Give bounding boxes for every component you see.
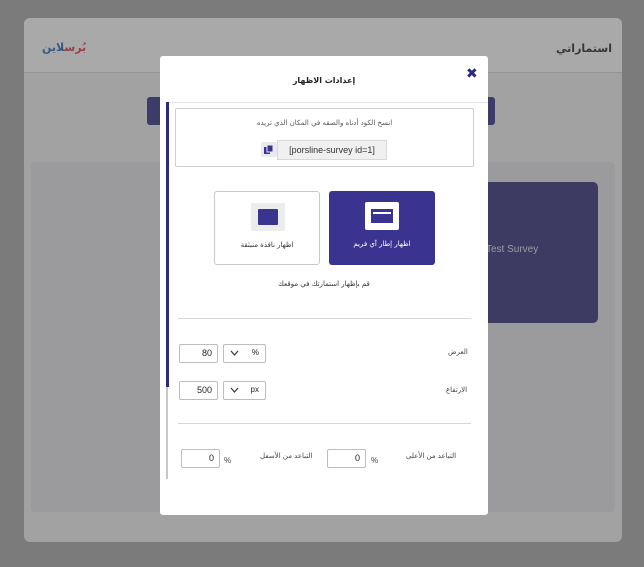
popup-option-card[interactable]: اظهار نافذة منبثقة (214, 191, 320, 265)
section-divider (178, 423, 471, 424)
margin-bottom-input[interactable]: 0 (181, 449, 220, 468)
width-label: العرض (448, 348, 468, 356)
close-icon[interactable]: ✖ (466, 67, 478, 81)
iframe-icon (365, 202, 399, 230)
popup-icon (251, 203, 285, 231)
popup-option-label: اظهار نافذة منبثقة (240, 241, 294, 249)
margin-top-input[interactable]: 0 (327, 449, 366, 468)
width-unit-value: % (251, 348, 259, 357)
copy-icon (264, 145, 274, 154)
header-divider (168, 102, 488, 103)
show-note: قم بإظهار استمارتك في موقعك (278, 280, 370, 288)
margin-bottom-label: التباعد من الأسفل (260, 452, 313, 460)
height-unit-select[interactable]: px (223, 381, 266, 400)
chevron-down-icon (230, 350, 239, 356)
shortcode-field[interactable]: [porsline-survey id=1] (277, 140, 387, 160)
embed-code-box: انسخ الكود أدناه والصقه في المكان الذي ت… (175, 108, 474, 167)
iframe-option-card[interactable]: اظهار إطار آي فريم (329, 191, 435, 265)
code-hint: انسخ الكود أدناه والصقه في المكان الذي ت… (256, 119, 393, 127)
width-input[interactable]: 80 (179, 344, 218, 363)
width-unit-select[interactable]: % (223, 344, 266, 363)
margin-top-label: التباعد من الأعلى (406, 452, 457, 460)
iframe-option-label: اظهار إطار آي فريم (353, 240, 411, 248)
modal-title: إعدادات الاظهار (292, 76, 356, 85)
height-label: الارتفاع (446, 386, 468, 394)
height-input[interactable]: 500 (179, 381, 218, 400)
margin-top-unit: % (371, 456, 379, 465)
scroll-track (166, 387, 168, 479)
margin-bottom-unit: % (224, 456, 232, 465)
copy-button[interactable] (261, 142, 277, 157)
chevron-down-icon (230, 387, 239, 393)
height-unit-value: px (250, 385, 259, 394)
section-divider (178, 318, 471, 319)
scroll-indicator (166, 102, 169, 387)
display-settings-modal: إعدادات الاظهار ✖ انسخ الكود أدناه والصق… (160, 56, 488, 515)
